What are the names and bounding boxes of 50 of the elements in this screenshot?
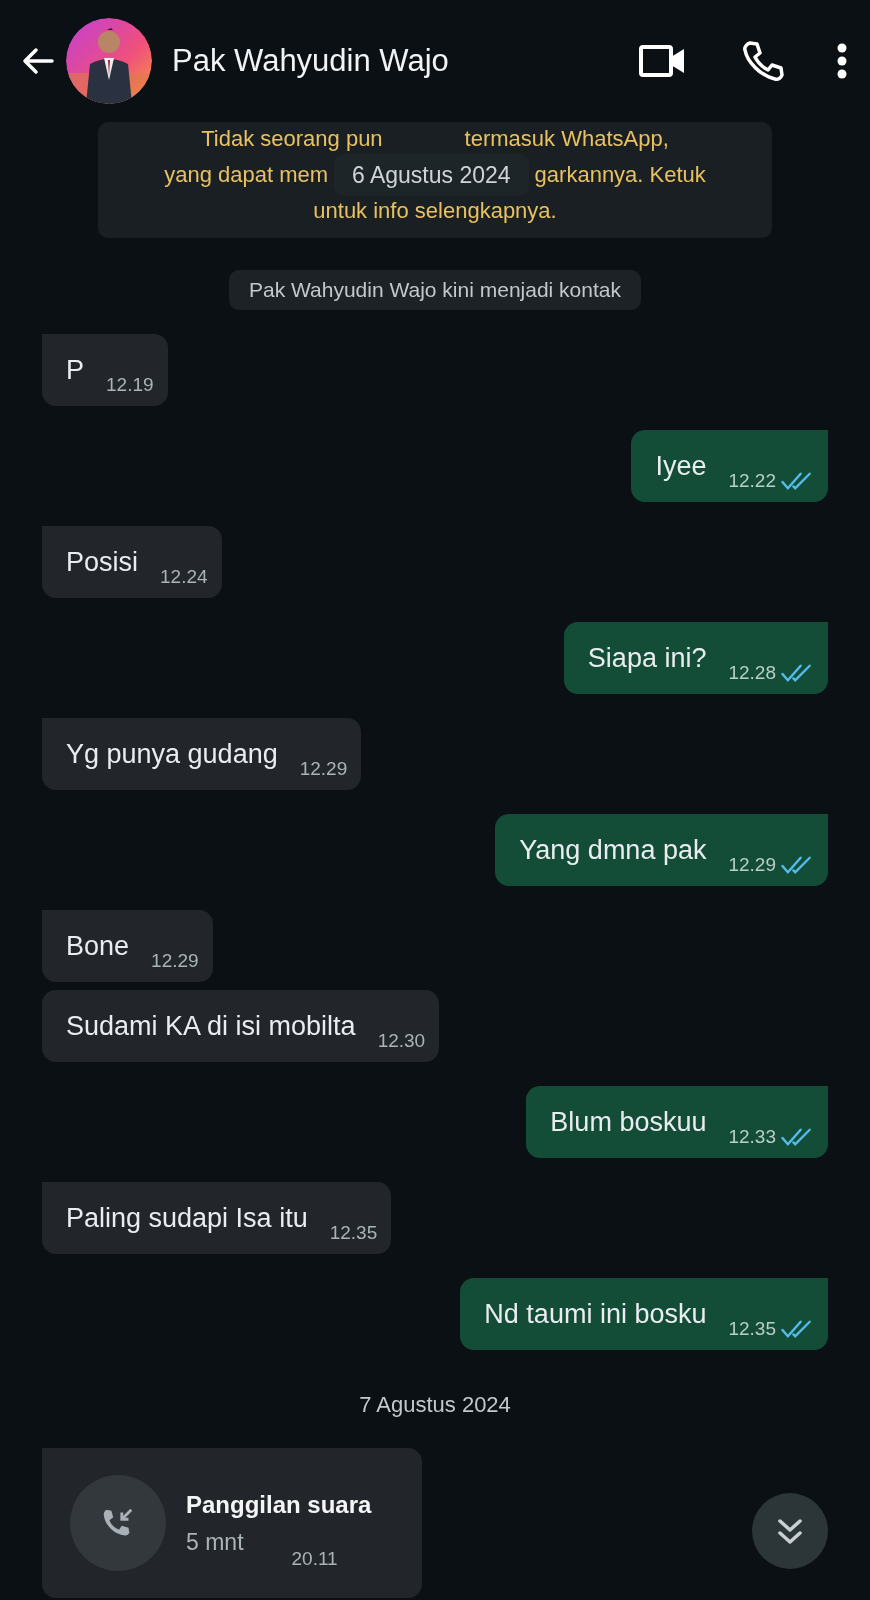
message-text: P	[66, 354, 84, 387]
message-time: 12.19	[106, 374, 154, 396]
message-text: Paling sudapi Isa itu	[66, 1202, 308, 1235]
more-options-icon[interactable]	[836, 41, 848, 81]
call-duration: 5 mnt	[186, 1528, 244, 1556]
call-bubble[interactable]: Panggilan suara 5 mnt 20.11	[42, 1448, 422, 1598]
message-text: Siapa ini?	[587, 642, 707, 675]
message-text: Sudami KA di isi mobilta	[66, 1010, 356, 1043]
message-bubble[interactable]: P 12.19	[42, 334, 168, 406]
system-message: Pak Wahyudin Wajo kini menjadi kontak	[229, 270, 641, 310]
message-bubble[interactable]: Sudami KA di isi mobilta 12.30	[42, 990, 440, 1062]
message-text: Bone	[66, 930, 130, 963]
date-label: 6 Agustus 2024	[334, 154, 529, 196]
message-time: 12.30	[377, 1030, 426, 1052]
message-bubble[interactable]: Iyee 12.22	[631, 430, 828, 502]
notice-text: yang dapat mem	[164, 161, 329, 189]
encryption-notice[interactable]: Tidak seorang pun termasuk WhatsApp, yang dapat mem 6 Agustus 2024 garkannya. Ketuk untuk info selengkapnya.	[98, 122, 772, 238]
scroll-down-button[interactable]	[752, 1493, 828, 1569]
message-bubble[interactable]: Siapa ini? 12.28	[563, 622, 828, 694]
message-time: 12.29	[151, 950, 199, 972]
message-bubble[interactable]: Yang dmna pak 12.29	[495, 814, 828, 886]
message-bubble[interactable]: Blum boskuu 12.33	[526, 1086, 828, 1158]
call-title: Panggilan suara	[186, 1490, 372, 1519]
message-text: Blum boskuu	[550, 1106, 707, 1139]
phone-icon[interactable]	[740, 39, 784, 83]
message-bubble[interactable]: Bone 12.29	[42, 910, 213, 982]
message-time: 12.22	[728, 470, 776, 492]
message-text: Posisi	[66, 546, 139, 579]
message-bubble[interactable]: Nd taumi ini bosku 12.35	[460, 1278, 828, 1350]
message-time: 20.11	[291, 1547, 338, 1570]
message-text: Yang dmna pak	[519, 834, 707, 867]
message-time: 12.35	[728, 1318, 776, 1340]
contact-name[interactable]: Pak Wahyudin Wajo	[172, 43, 586, 79]
notice-text: untuk info selengkapnya.	[313, 197, 557, 225]
message-time: 12.29	[299, 758, 348, 780]
date-label: 7 Agustus 2024	[358, 1391, 512, 1419]
message-bubble[interactable]: Paling sudapi Isa itu 12.35	[42, 1182, 392, 1254]
message-time: 12.28	[728, 662, 776, 684]
message-time: 12.35	[329, 1222, 378, 1244]
message-time: 12.29	[728, 854, 776, 876]
message-bubble[interactable]: Posisi 12.24	[42, 526, 222, 598]
notice-text: garkannya. Ketuk	[534, 161, 706, 189]
notice-text: Tidak seorang pun	[201, 125, 383, 153]
message-text: Iyee	[655, 450, 707, 483]
message-time: 12.24	[160, 566, 208, 588]
message-time: 12.33	[728, 1126, 776, 1148]
message-bubble[interactable]: Yg punya gudang 12.29	[42, 718, 362, 790]
message-text: Yg punya gudang	[66, 738, 278, 771]
notice-text: termasuk WhatsApp,	[464, 125, 669, 153]
message-text: Nd taumi ini bosku	[484, 1298, 707, 1331]
